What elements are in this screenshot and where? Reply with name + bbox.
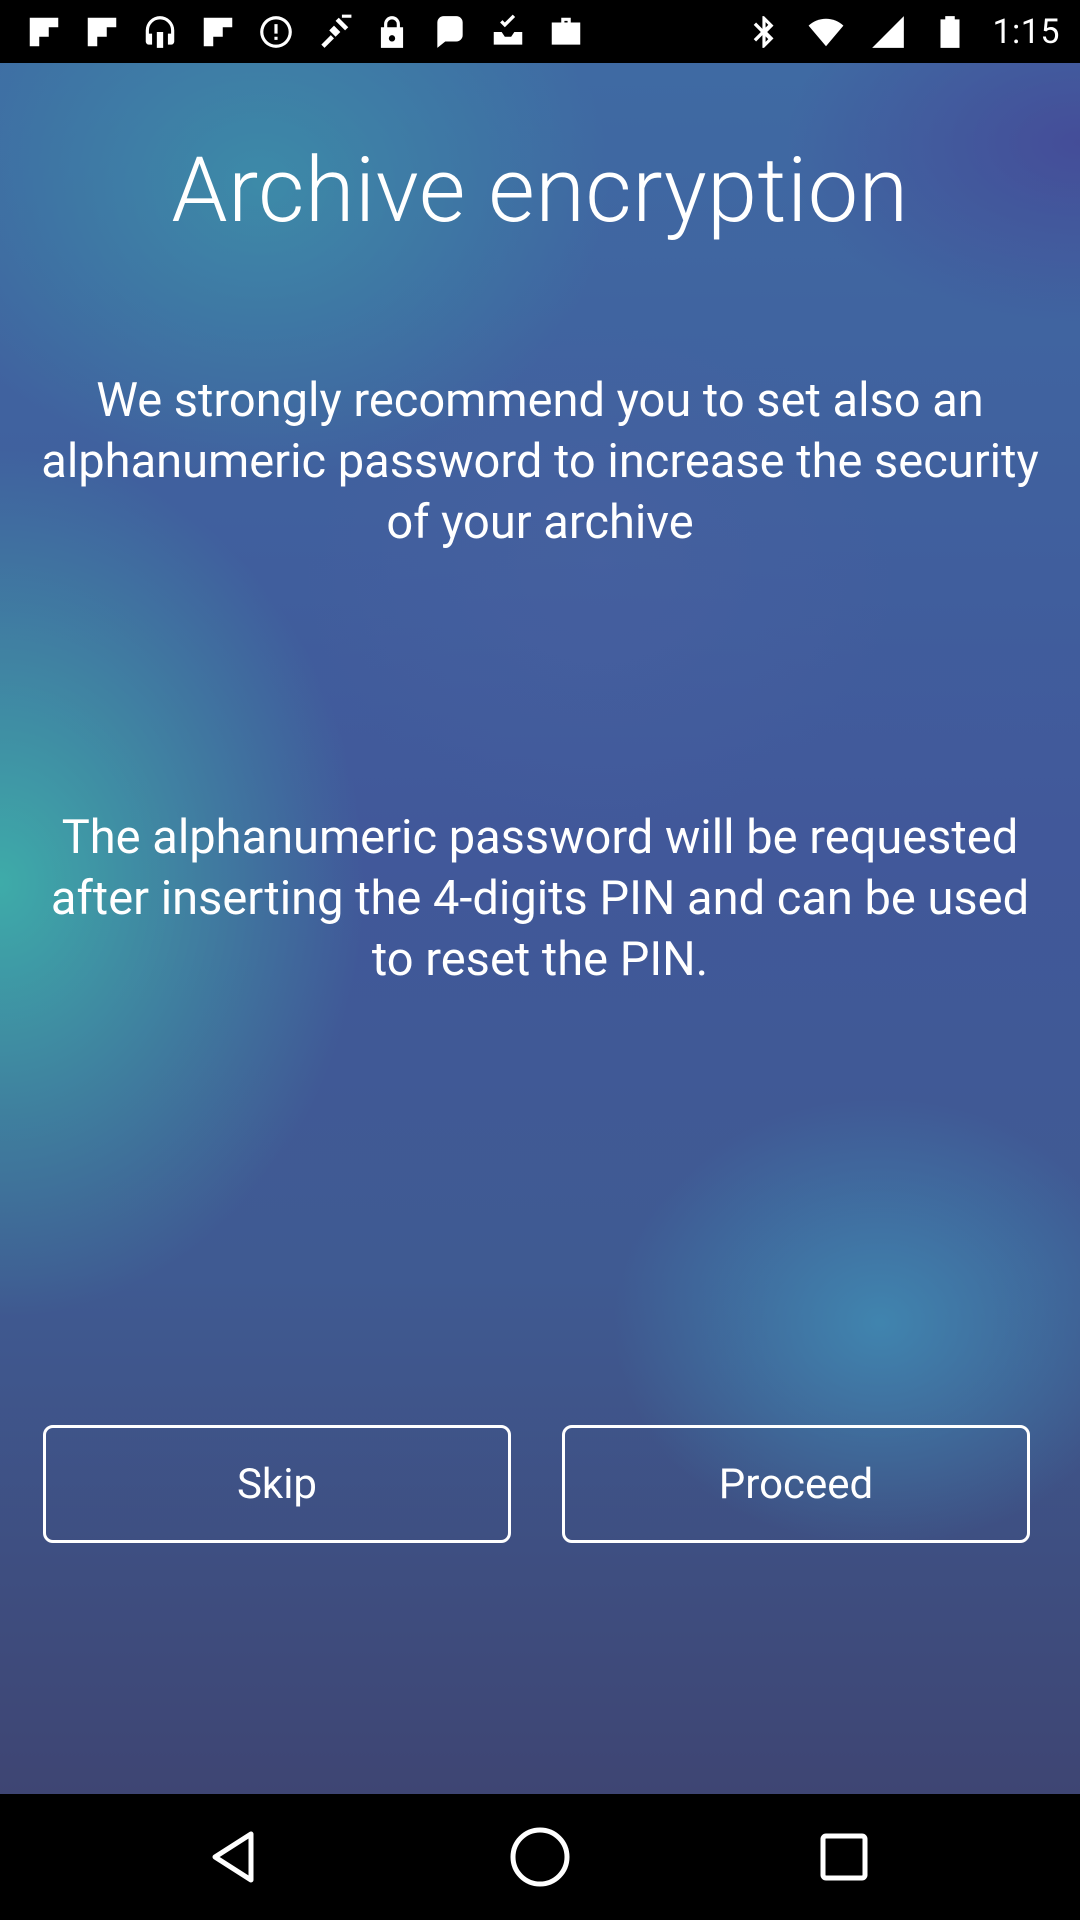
message-icon (430, 12, 470, 52)
fake-gps-icon (314, 12, 354, 52)
flipboard-icon (198, 12, 238, 52)
briefcase-icon (546, 12, 586, 52)
encryption-info-panel: Archive encryption We strongly recommend… (0, 63, 1080, 1794)
signal-icon (868, 12, 908, 52)
lock-icon (372, 12, 412, 52)
bluetooth-icon (744, 12, 784, 52)
status-bar: 1:15 (0, 0, 1080, 63)
page-title: Archive encryption (171, 138, 909, 243)
flipboard-icon (24, 12, 64, 52)
battery-icon (930, 12, 970, 52)
password-info-text: The alphanumeric password will be reques… (50, 810, 1030, 987)
skip-button[interactable]: Skip (43, 1425, 511, 1543)
proceed-button[interactable]: Proceed (562, 1425, 1030, 1543)
notification-icons (24, 0, 586, 63)
recent-apps-icon[interactable] (809, 1822, 879, 1892)
wifi-icon (806, 12, 846, 52)
home-icon[interactable] (505, 1822, 575, 1892)
back-icon[interactable] (201, 1822, 271, 1892)
navigation-bar (0, 1794, 1080, 1920)
system-icons: 1:15 (744, 0, 1060, 63)
recommendation-text: We strongly recommend you to set also an… (41, 373, 1039, 550)
app-screen: 1:15 Archive encryption We strongly reco… (0, 0, 1080, 1920)
flipboard-icon (82, 12, 122, 52)
data-saver-icon (256, 12, 296, 52)
podcast-icon (140, 12, 180, 52)
status-clock: 1:15 (992, 11, 1060, 52)
inbox-check-icon (488, 12, 528, 52)
